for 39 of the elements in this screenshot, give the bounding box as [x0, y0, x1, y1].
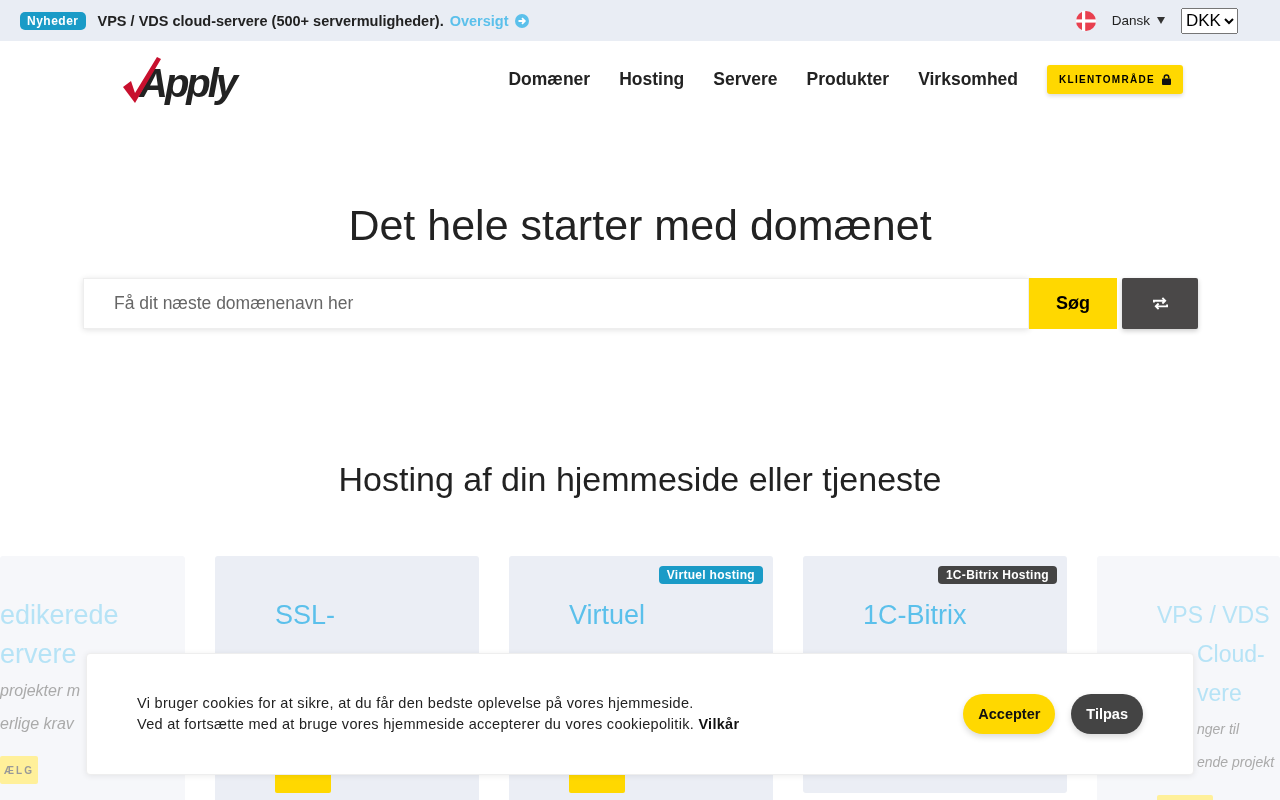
nav-link[interactable]: Servere: [713, 69, 778, 90]
card-title: 1C-Bitrix: [863, 599, 967, 632]
nav-link[interactable]: Produkter: [806, 69, 890, 90]
caret-icon: [1157, 17, 1165, 24]
card-title: edikerede: [0, 599, 119, 632]
language-dropdown[interactable]: Dansk: [1111, 13, 1165, 28]
currency-select[interactable]: DKK: [1181, 7, 1238, 34]
card-title: SSL-: [275, 599, 336, 632]
domain-search-field[interactable]: Få dit næste domænenavn her: [83, 278, 1029, 329]
accept-button[interactable]: Accepter: [963, 694, 1056, 734]
nav-link[interactable]: Hosting: [619, 69, 685, 90]
card-tag: 1C-Bitrix Hosting: [937, 566, 1057, 584]
card-description: nger til: [1197, 720, 1240, 739]
cookie-text: Ved at fortsætte med at bruge vores hjemmeside accepterer du vores cookiepolitik.: [137, 716, 695, 732]
card-description: erlige krav: [0, 714, 74, 734]
card-title: vere: [1197, 679, 1242, 708]
swap-arrows-icon: [1151, 296, 1169, 311]
terms-link[interactable]: Vilkår: [698, 716, 740, 732]
section-heading: Hosting af din hjemmeside eller tjeneste: [337, 459, 943, 499]
transfer-button[interactable]: [1122, 278, 1198, 329]
nav-link[interactable]: Domæner: [508, 69, 591, 90]
customize-button[interactable]: Tilpas: [1071, 694, 1143, 734]
card-description: projekter m: [0, 681, 81, 701]
nav-link[interactable]: Virksomhed: [918, 69, 1018, 90]
card-title: Virtuel: [569, 599, 646, 632]
flag-icon: [1075, 10, 1096, 31]
card-tag: Virtuel hosting: [658, 566, 763, 584]
card-title: Cloud-: [1197, 640, 1265, 669]
search-button[interactable]: Søg: [1029, 278, 1117, 329]
lock-icon: [1162, 74, 1171, 85]
card-title: ervere: [0, 638, 77, 671]
card-title: VPS / VDS: [1157, 601, 1270, 630]
news-text: VPS / VDS cloud-servere (500+ servermuligheder).: [97, 12, 444, 29]
news-badge: Nyheder: [20, 11, 86, 30]
cookie-text: Vi bruger cookies for at sikre, at du får den bedste oplevelse på vores hjemmeside.: [137, 694, 695, 713]
hero-heading: Det hele starter med domænet: [347, 200, 933, 250]
client-area-button[interactable]: KLIENTOMRÅDE: [1047, 65, 1183, 94]
arrow-circle-icon: [514, 13, 529, 28]
card-description: ende projekt: [1197, 753, 1275, 772]
